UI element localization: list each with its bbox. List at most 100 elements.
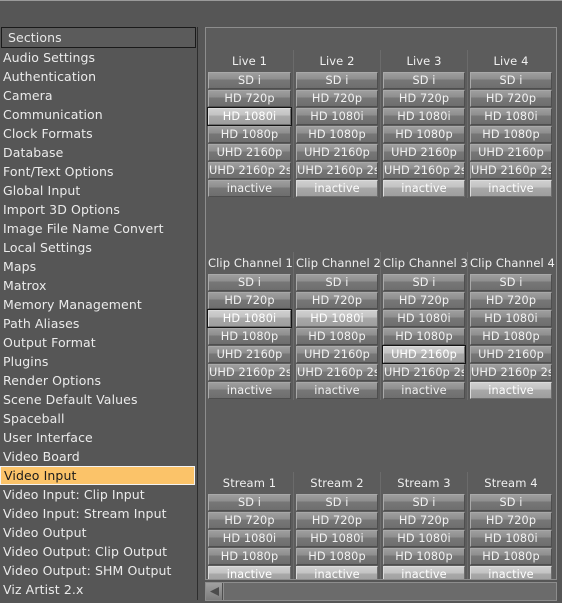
format-button[interactable]: UHD 2160p bbox=[383, 144, 465, 161]
sidebar-item-clock-formats[interactable]: Clock Formats bbox=[0, 124, 197, 143]
format-button[interactable]: UHD 2160p 2si bbox=[470, 364, 552, 381]
sidebar-item-video-input-stream-input[interactable]: Video Input: Stream Input bbox=[0, 504, 197, 523]
horizontal-scrollbar[interactable] bbox=[205, 582, 557, 601]
format-button[interactable]: HD 720p bbox=[383, 292, 465, 309]
sidebar-item-video-output-shm-output[interactable]: Video Output: SHM Output bbox=[0, 561, 197, 580]
format-button[interactable]: SD i bbox=[296, 274, 378, 291]
sidebar-item-import-3d-options[interactable]: Import 3D Options bbox=[0, 200, 197, 219]
sidebar-item-output-format[interactable]: Output Format bbox=[0, 333, 197, 352]
format-button[interactable]: UHD 2160p bbox=[382, 345, 466, 364]
format-button[interactable]: HD 1080p bbox=[208, 126, 291, 143]
format-button[interactable]: HD 1080p bbox=[470, 126, 552, 143]
format-button[interactable]: SD i bbox=[208, 494, 291, 511]
format-button[interactable]: HD 1080i bbox=[296, 108, 378, 125]
format-button[interactable]: HD 720p bbox=[383, 512, 465, 529]
format-button[interactable]: HD 720p bbox=[296, 90, 378, 107]
format-button[interactable]: HD 720p bbox=[470, 90, 552, 107]
sidebar-item-spaceball[interactable]: Spaceball bbox=[0, 409, 197, 428]
format-button[interactable]: inactive bbox=[296, 382, 378, 399]
format-button[interactable]: HD 720p bbox=[208, 90, 291, 107]
format-button[interactable]: inactive bbox=[470, 180, 552, 197]
sidebar-item-video-output[interactable]: Video Output bbox=[0, 523, 197, 542]
sidebar-item-video-input-clip-input[interactable]: Video Input: Clip Input bbox=[0, 485, 197, 504]
format-button[interactable]: HD 1080i bbox=[470, 530, 552, 547]
sidebar-item-video-input[interactable]: Video Input bbox=[0, 466, 195, 485]
sidebar-item-matrox[interactable]: Matrox bbox=[0, 276, 197, 295]
format-button[interactable]: HD 1080i bbox=[470, 310, 552, 327]
sidebar-item-authentication[interactable]: Authentication bbox=[0, 67, 197, 86]
format-button[interactable]: UHD 2160p bbox=[296, 144, 378, 161]
format-button[interactable]: inactive bbox=[470, 382, 552, 399]
format-button[interactable]: SD i bbox=[470, 274, 552, 291]
format-button[interactable]: inactive bbox=[208, 566, 291, 579]
format-button[interactable]: SD i bbox=[296, 494, 378, 511]
format-button[interactable]: inactive bbox=[383, 566, 465, 579]
format-button[interactable]: HD 1080i bbox=[296, 310, 378, 327]
format-button[interactable]: HD 1080p bbox=[296, 328, 378, 345]
format-button[interactable]: HD 720p bbox=[208, 512, 291, 529]
format-button[interactable]: UHD 2160p bbox=[208, 346, 291, 363]
format-button[interactable]: inactive bbox=[208, 382, 291, 399]
sidebar-item-database[interactable]: Database bbox=[0, 143, 197, 162]
format-button[interactable]: HD 1080p bbox=[383, 548, 465, 565]
format-button[interactable]: UHD 2160p bbox=[470, 346, 552, 363]
format-button[interactable]: SD i bbox=[296, 72, 378, 89]
sidebar-item-camera[interactable]: Camera bbox=[0, 86, 197, 105]
format-button[interactable]: inactive bbox=[296, 566, 378, 579]
sidebar-item-memory-management[interactable]: Memory Management bbox=[0, 295, 197, 314]
format-button[interactable]: UHD 2160p 2si bbox=[296, 364, 378, 381]
sidebar-item-communication[interactable]: Communication bbox=[0, 105, 197, 124]
sidebar-item-scene-default-values[interactable]: Scene Default Values bbox=[0, 390, 197, 409]
format-button[interactable]: HD 720p bbox=[296, 292, 378, 309]
format-button[interactable]: HD 1080i bbox=[470, 108, 552, 125]
format-button[interactable]: UHD 2160p 2si bbox=[470, 162, 552, 179]
format-button[interactable]: SD i bbox=[383, 494, 465, 511]
sidebar-item-plugins[interactable]: Plugins bbox=[0, 352, 197, 371]
format-button[interactable]: inactive bbox=[296, 180, 378, 197]
sidebar-item-video-output-clip-output[interactable]: Video Output: Clip Output bbox=[0, 542, 197, 561]
format-button[interactable]: HD 1080p bbox=[470, 548, 552, 565]
sidebar-item-font-text-options[interactable]: Font/Text Options bbox=[0, 162, 197, 181]
format-button[interactable]: HD 1080i bbox=[383, 530, 465, 547]
format-button[interactable]: HD 1080p bbox=[296, 548, 378, 565]
sidebar-item-path-aliases[interactable]: Path Aliases bbox=[0, 314, 197, 333]
sidebar-item-local-settings[interactable]: Local Settings bbox=[0, 238, 197, 257]
format-button[interactable]: UHD 2160p 2si bbox=[296, 162, 378, 179]
format-button[interactable]: HD 1080i bbox=[207, 309, 292, 328]
format-button[interactable]: inactive bbox=[470, 566, 552, 579]
sidebar-item-video-board[interactable]: Video Board bbox=[0, 447, 197, 466]
format-button[interactable]: UHD 2160p bbox=[296, 346, 378, 363]
sidebar-item-audio-settings[interactable]: Audio Settings bbox=[0, 48, 197, 67]
format-button[interactable]: SD i bbox=[470, 72, 552, 89]
scroll-left-arrow-button[interactable] bbox=[206, 583, 223, 600]
sidebar-item-render-options[interactable]: Render Options bbox=[0, 371, 197, 390]
format-button[interactable]: inactive bbox=[383, 382, 465, 399]
format-button[interactable]: inactive bbox=[383, 180, 465, 197]
format-button[interactable]: HD 720p bbox=[470, 292, 552, 309]
format-button[interactable]: UHD 2160p 2si bbox=[208, 364, 291, 381]
sidebar-item-viz-artist-2-x[interactable]: Viz Artist 2.x bbox=[0, 580, 197, 599]
scroll-track[interactable] bbox=[223, 583, 556, 600]
format-button[interactable]: HD 1080p bbox=[383, 126, 465, 143]
format-button[interactable]: HD 1080i bbox=[296, 530, 378, 547]
format-button[interactable]: SD i bbox=[470, 494, 552, 511]
format-button[interactable]: HD 1080i bbox=[383, 108, 465, 125]
format-button[interactable]: UHD 2160p 2si bbox=[383, 162, 465, 179]
format-button[interactable]: HD 720p bbox=[383, 90, 465, 107]
format-button[interactable]: SD i bbox=[383, 72, 465, 89]
format-button[interactable]: HD 1080p bbox=[208, 328, 291, 345]
format-button[interactable]: HD 1080i bbox=[383, 310, 465, 327]
format-button[interactable]: HD 1080i bbox=[207, 107, 292, 126]
format-button[interactable]: HD 1080p bbox=[208, 548, 291, 565]
format-button[interactable]: UHD 2160p 2si bbox=[383, 364, 465, 381]
format-button[interactable]: HD 1080p bbox=[470, 328, 552, 345]
format-button[interactable]: HD 720p bbox=[470, 512, 552, 529]
sidebar-item-viz-license-information[interactable]: Viz License Information bbox=[0, 599, 197, 600]
format-button[interactable]: SD i bbox=[208, 72, 291, 89]
format-button[interactable]: inactive bbox=[208, 180, 291, 197]
format-button[interactable]: UHD 2160p bbox=[208, 144, 291, 161]
format-button[interactable]: UHD 2160p bbox=[470, 144, 552, 161]
format-button[interactable]: SD i bbox=[208, 274, 291, 291]
sections-list[interactable]: Audio Settings Authentication Camera Commun… bbox=[0, 48, 197, 600]
sidebar-item-global-input[interactable]: Global Input bbox=[0, 181, 197, 200]
